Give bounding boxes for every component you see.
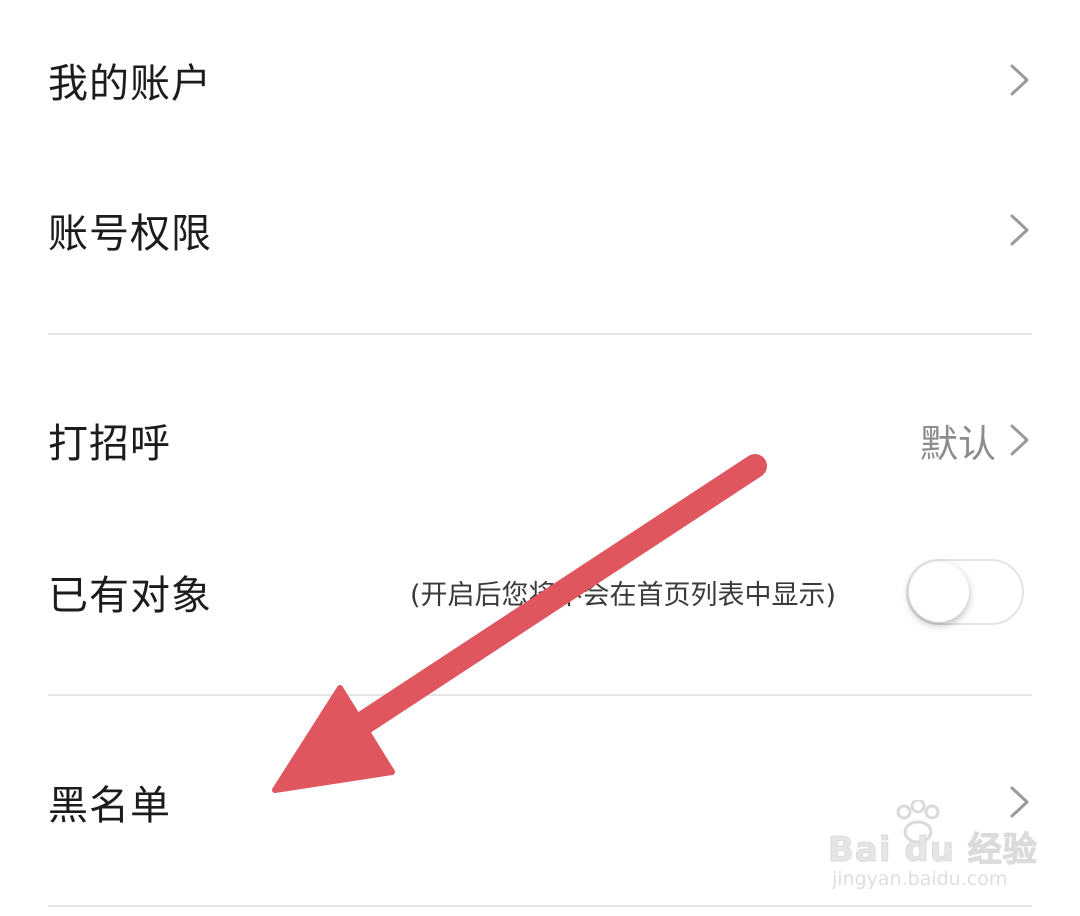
settings-item-my-account[interactable]: 我的账户	[0, 40, 1080, 120]
settings-item-label: 我的账户	[48, 61, 212, 107]
chevron-right-icon	[1008, 210, 1032, 250]
baidu-watermark: Bai du 经验 jingyan.baidu.com	[828, 798, 1037, 900]
settings-item-in-relationship: 已有对象 (开启后您将不会在首页列表中显示)	[0, 552, 1080, 632]
settings-item-label: 账号权限	[48, 211, 212, 257]
in-relationship-toggle[interactable]	[906, 559, 1024, 625]
toggle-knob	[909, 562, 969, 622]
watermark-brand: Bai du 经验	[828, 830, 1038, 871]
greeting-value: 默认	[919, 421, 996, 466]
settings-item-label: 黑名单	[48, 783, 171, 829]
section-divider	[48, 694, 1032, 696]
chevron-right-icon	[1008, 60, 1032, 100]
settings-item-account-permissions[interactable]: 账号权限	[0, 190, 1080, 270]
settings-item-label: 已有对象	[48, 573, 212, 619]
settings-item-label: 打招呼	[48, 421, 171, 467]
watermark-url: jingyan.baidu.com	[832, 868, 1008, 890]
settings-page: 我的账户 账号权限 打招呼 默认 已有对象 (开启后您将不会在首页列表中显示) …	[0, 0, 1080, 916]
section-divider	[48, 333, 1032, 335]
section-divider	[48, 905, 1032, 907]
settings-item-hint: (开启后您将不会在首页列表中显示)	[410, 579, 837, 611]
chevron-right-icon	[1008, 420, 1032, 460]
settings-item-greeting[interactable]: 打招呼 默认	[0, 400, 1080, 480]
